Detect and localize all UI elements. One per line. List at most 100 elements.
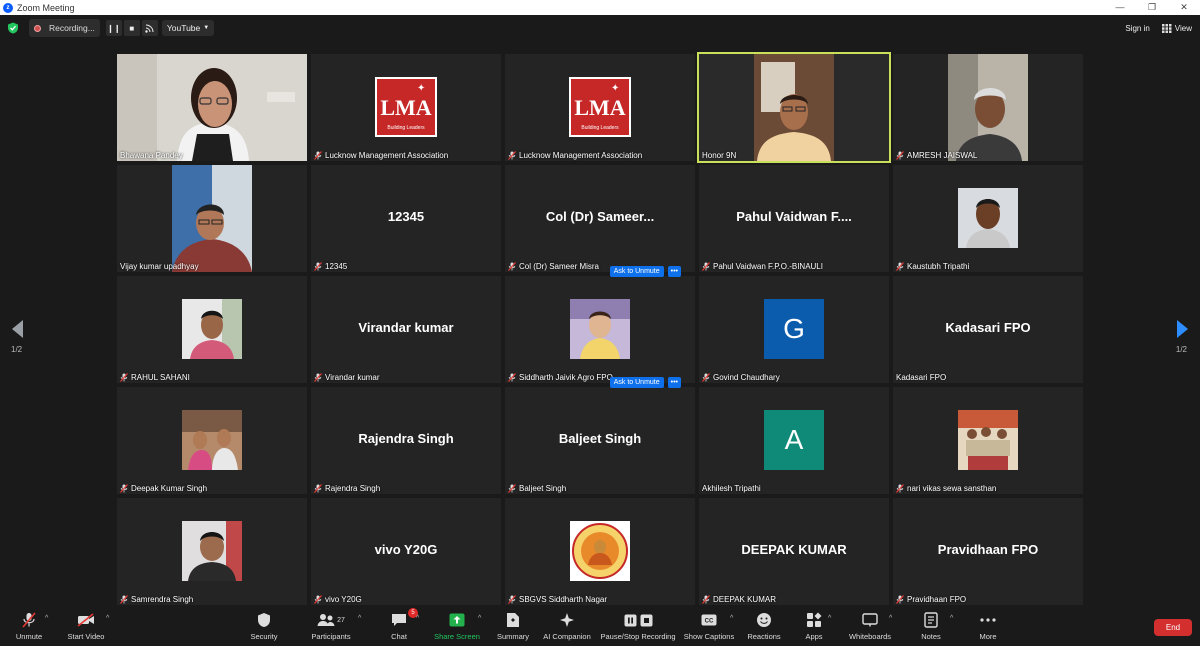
participant-display-name: vivo Y20G <box>374 542 438 557</box>
participant-tile[interactable]: Ask to Unmute ••• Siddharth Jaivik Agro … <box>505 266 695 383</box>
sign-in-link[interactable]: Sign in <box>1125 24 1149 33</box>
participant-name: DEEPAK KUMAR <box>702 595 776 604</box>
muted-mic-icon <box>896 484 904 493</box>
apps-button[interactable]: Apps <box>800 611 828 641</box>
participant-tile[interactable]: AMRESH JAISWAL <box>893 54 1083 161</box>
pause-recording-button[interactable]: ❙❙ <box>105 20 122 36</box>
notes-caret-icon[interactable]: ^ <box>950 615 953 622</box>
participant-tile[interactable]: Bhawana Pandey <box>117 54 307 161</box>
shield-icon <box>258 613 270 627</box>
participant-tile[interactable]: Kaustubh Tripathi <box>893 165 1083 272</box>
security-label: Security <box>250 632 278 641</box>
share-caret-icon[interactable]: ^ <box>478 615 481 622</box>
muted-mic-icon <box>314 484 322 493</box>
unmute-label: Unmute <box>15 632 43 641</box>
participant-name: Siddharth Jaivik Agro FPO <box>508 373 613 382</box>
participant-tile[interactable]: Vijay kumar upadhyay <box>117 165 307 272</box>
participant-tile[interactable]: DEEPAK KUMAR DEEPAK KUMAR <box>699 498 889 605</box>
sbgvs-logo-image <box>570 521 630 581</box>
share-screen-icon <box>449 613 465 627</box>
participant-tile[interactable]: nari vikas sewa sansthan <box>893 387 1083 494</box>
pause-stop-recording-button[interactable]: Pause/Stop Recording <box>600 611 676 641</box>
previous-page-arrow-icon[interactable] <box>12 320 23 338</box>
show-captions-button[interactable]: CC Show Captions <box>683 611 735 641</box>
whiteboards-button[interactable]: Whiteboards <box>846 611 894 641</box>
end-meeting-button[interactable]: End <box>1154 619 1192 636</box>
participant-tile[interactable]: RAHUL SAHANI <box>117 276 307 383</box>
participant-tile[interactable]: G Govind Chaudhary <box>699 276 889 383</box>
share-screen-button[interactable]: Share Screen <box>432 611 482 641</box>
participant-name: SBGVS Siddharth Nagar <box>508 595 607 604</box>
participant-tile[interactable]: Col (Dr) Sameer... Col (Dr) Sameer Misra <box>505 165 695 272</box>
ask-to-unmute-button[interactable]: Ask to Unmute <box>609 377 664 388</box>
muted-mic-icon <box>896 151 904 160</box>
more-options-button[interactable]: ••• <box>667 377 681 388</box>
stop-recording-button[interactable]: ■ <box>123 20 140 36</box>
participant-photo <box>958 188 1018 248</box>
participant-tile[interactable]: Rajendra Singh Rajendra Singh <box>311 387 501 494</box>
video-feed <box>172 165 252 272</box>
participant-name: Bhawana Pandey <box>120 151 183 160</box>
participant-name: vivo Y20G <box>314 595 362 604</box>
start-video-button[interactable]: Start Video <box>62 611 110 641</box>
more-button[interactable]: More <box>974 611 1002 641</box>
participants-button[interactable]: 27 Participants <box>308 611 354 641</box>
muted-mic-icon <box>508 595 516 604</box>
participant-tile[interactable]: Deepak Kumar Singh <box>117 387 307 494</box>
participant-tile[interactable]: 12345 12345 <box>311 165 501 272</box>
participant-tile[interactable]: Virandar kumar Virandar kumar <box>311 276 501 383</box>
muted-mic-icon <box>896 262 904 271</box>
restore-icon[interactable]: ❐ <box>1136 0 1168 15</box>
audio-options-caret-icon[interactable]: ^ <box>45 615 48 622</box>
view-label: View <box>1174 23 1192 33</box>
participant-tile[interactable]: Pravidhaan FPO Pravidhaan FPO <box>893 498 1083 605</box>
summary-button[interactable]: Summary <box>494 611 532 641</box>
participant-tile[interactable]: vivo Y20G vivo Y20G <box>311 498 501 605</box>
participant-tile[interactable]: Samrendra Singh <box>117 498 307 605</box>
apps-caret-icon[interactable]: ^ <box>828 615 831 622</box>
minimize-icon[interactable]: — <box>1104 0 1136 15</box>
chat-button[interactable]: 5 Chat <box>385 608 418 641</box>
participant-photo <box>182 521 242 581</box>
page-indicator-left: 1/2 <box>11 345 23 354</box>
whiteboards-caret-icon[interactable]: ^ <box>889 615 892 622</box>
video-feed <box>699 54 889 161</box>
show-captions-label: Show Captions <box>683 632 735 641</box>
share-screen-label: Share Screen <box>434 632 480 641</box>
encryption-shield-icon[interactable] <box>7 22 19 34</box>
participant-tile[interactable]: LMA ✦ Building Leaders Lucknow Managemen… <box>505 54 695 161</box>
ask-to-unmute-button[interactable]: Ask to Unmute <box>609 266 664 277</box>
svg-text:Building Leaders: Building Leaders <box>387 125 425 131</box>
participant-tile-active-speaker[interactable]: Honor 9N <box>697 52 891 163</box>
live-stream-icon[interactable] <box>141 20 158 36</box>
close-icon[interactable]: ✕ <box>1168 0 1200 15</box>
participant-tile[interactable]: SBGVS Siddharth Nagar <box>505 498 695 605</box>
participants-caret-icon[interactable]: ^ <box>358 615 361 622</box>
participants-label: Participants <box>311 632 351 641</box>
participant-name: Honor 9N <box>702 151 737 160</box>
notes-button[interactable]: Notes <box>917 611 945 641</box>
view-button[interactable]: View <box>1161 23 1192 33</box>
ai-companion-button[interactable]: AI Companion <box>540 611 594 641</box>
stream-destination-dropdown[interactable]: YouTube ▼ <box>161 20 215 36</box>
more-label: More <box>979 632 997 641</box>
grid-view-icon <box>1161 23 1172 33</box>
captions-caret-icon[interactable]: ^ <box>730 615 733 622</box>
participant-tile[interactable]: Ask to Unmute ••• Baljeet Singh Baljeet … <box>505 377 695 494</box>
muted-mic-icon <box>702 373 710 382</box>
participant-tile[interactable]: Pahul Vaidwan F.... Pahul Vaidwan F.P.O.… <box>699 165 889 272</box>
participant-tile[interactable]: A Akhilesh Tripathi <box>699 387 889 494</box>
unmute-button[interactable]: Unmute <box>10 611 48 641</box>
security-button[interactable]: Security <box>246 611 282 641</box>
more-options-button[interactable]: ••• <box>667 266 681 277</box>
chat-caret-icon[interactable]: ^ <box>416 615 419 622</box>
video-options-caret-icon[interactable]: ^ <box>106 615 109 622</box>
next-page-arrow-icon[interactable] <box>1177 320 1188 338</box>
participant-name: Samrendra Singh <box>120 595 193 604</box>
apps-label: Apps <box>805 632 823 641</box>
window-title: Zoom Meeting <box>17 2 75 13</box>
participant-tile[interactable]: Kadasari FPO Kadasari FPO <box>893 276 1083 383</box>
participant-tile[interactable]: LMA ✦ Building Leaders Lucknow Managemen… <box>311 54 501 161</box>
reactions-button[interactable]: Reactions <box>745 611 783 641</box>
recording-indicator[interactable]: Recording... <box>29 19 100 37</box>
